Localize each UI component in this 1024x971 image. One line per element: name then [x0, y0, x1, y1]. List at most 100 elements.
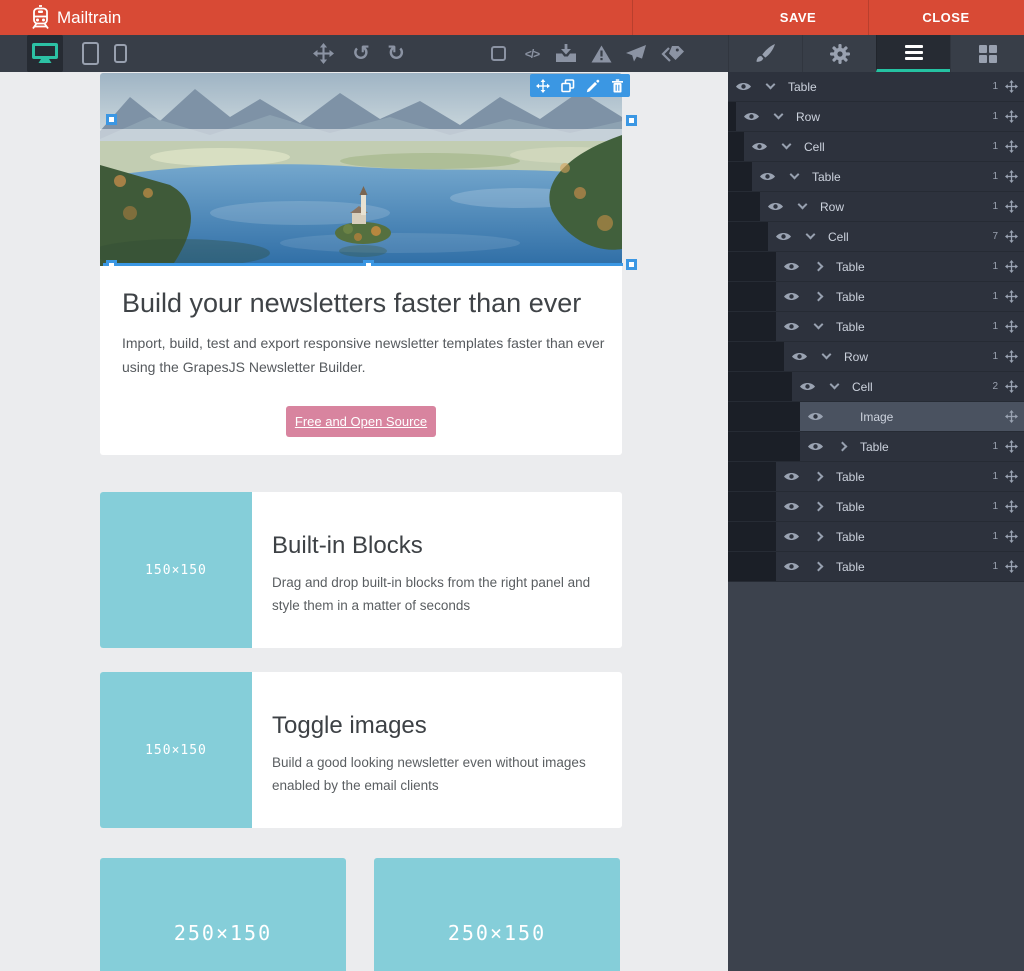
chevron-right-icon[interactable] — [806, 503, 830, 510]
layer-move-handle[interactable] — [998, 170, 1024, 183]
view-code-button[interactable]: </> — [519, 35, 545, 72]
layer-row-row-4[interactable]: Row1 — [728, 192, 1024, 222]
save-button[interactable]: SAVE — [728, 0, 868, 35]
layer-row-cell-10[interactable]: Cell2 — [728, 372, 1024, 402]
device-tablet-button[interactable] — [72, 35, 108, 72]
layer-visibility-toggle[interactable] — [736, 111, 766, 122]
layer-visibility-toggle[interactable] — [776, 261, 806, 272]
layer-row-table-14[interactable]: Table1 — [728, 492, 1024, 522]
edit-component-button[interactable] — [586, 79, 600, 93]
layer-row-table-15[interactable]: Table1 — [728, 522, 1024, 552]
layer-row-table-0[interactable]: Table1 — [728, 72, 1024, 102]
chevron-down-icon[interactable] — [758, 85, 782, 88]
feature-title[interactable]: Built-in Blocks — [272, 532, 610, 560]
drag-component-button[interactable] — [536, 79, 550, 93]
layer-move-handle[interactable] — [998, 560, 1024, 573]
layer-visibility-toggle[interactable] — [744, 141, 774, 152]
chevron-right-icon[interactable] — [806, 263, 830, 270]
free-open-source-button[interactable]: Free and Open Source — [286, 406, 436, 437]
hero-image[interactable] — [100, 73, 622, 266]
chevron-right-icon[interactable] — [806, 473, 830, 480]
layer-move-handle[interactable] — [998, 290, 1024, 303]
layer-move-handle[interactable] — [998, 230, 1024, 243]
close-button[interactable]: CLOSE — [868, 0, 1024, 35]
hero-card[interactable]: Build your newsletters faster than ever … — [100, 266, 622, 455]
layer-visibility-toggle[interactable] — [776, 291, 806, 302]
layer-move-handle[interactable] — [998, 530, 1024, 543]
import-template-button[interactable] — [554, 35, 578, 72]
layer-visibility-toggle[interactable] — [792, 381, 822, 392]
layer-move-handle[interactable] — [998, 320, 1024, 333]
toggle-borders-button[interactable] — [486, 35, 510, 72]
image-placeholder-150[interactable]: 150×150 — [100, 492, 252, 648]
layer-move-handle[interactable] — [998, 380, 1024, 393]
feature-text[interactable]: Build a good looking newsletter even wit… — [272, 752, 610, 798]
chevron-down-icon[interactable] — [822, 385, 846, 388]
layer-move-handle[interactable] — [998, 470, 1024, 483]
image-placeholder-250-right[interactable]: 250×150 — [374, 858, 620, 971]
hero-paragraph[interactable]: Import, build, test and export responsiv… — [122, 332, 608, 380]
layer-row-table-16[interactable]: Table1 — [728, 552, 1024, 582]
feature-card-toggle-images[interactable]: 150×150 Toggle images Build a good looki… — [100, 672, 622, 828]
feature-card-built-in-blocks[interactable]: 150×150 Built-in Blocks Drag and drop bu… — [100, 492, 622, 648]
layer-move-handle[interactable] — [998, 350, 1024, 363]
chevron-right-icon[interactable] — [830, 443, 854, 450]
chevron-down-icon[interactable] — [766, 115, 790, 118]
open-layer-manager-button[interactable] — [876, 35, 950, 72]
layer-move-handle[interactable] — [998, 500, 1024, 513]
feature-title[interactable]: Toggle images — [272, 712, 610, 740]
hero-heading[interactable]: Build your newsletters faster than ever — [122, 288, 600, 319]
move-component-button[interactable] — [310, 35, 336, 72]
layer-visibility-toggle[interactable] — [776, 321, 806, 332]
layer-row-table-13[interactable]: Table1 — [728, 462, 1024, 492]
layer-visibility-toggle[interactable] — [800, 441, 830, 452]
redo-button[interactable]: ↻ — [383, 35, 409, 72]
device-mobile-button[interactable] — [105, 35, 135, 72]
layer-move-handle[interactable] — [998, 440, 1024, 453]
layer-row-table-7[interactable]: Table1 — [728, 282, 1024, 312]
image-placeholder-150[interactable]: 150×150 — [100, 672, 252, 828]
copy-component-button[interactable] — [561, 79, 575, 93]
layer-move-handle[interactable] — [998, 200, 1024, 213]
layer-row-row-9[interactable]: Row1 — [728, 342, 1024, 372]
layer-visibility-toggle[interactable] — [776, 561, 806, 572]
layer-row-table-3[interactable]: Table1 — [728, 162, 1024, 192]
chevron-right-icon[interactable] — [806, 563, 830, 570]
layer-row-table-8[interactable]: Table1 — [728, 312, 1024, 342]
layer-visibility-toggle[interactable] — [776, 471, 806, 482]
image-placeholder-250-left[interactable]: 250×150 — [100, 858, 346, 971]
layer-move-handle[interactable] — [998, 80, 1024, 93]
layer-row-cell-2[interactable]: Cell1 — [728, 132, 1024, 162]
chevron-down-icon[interactable] — [790, 205, 814, 208]
resize-handle-right[interactable] — [626, 115, 637, 126]
layer-visibility-toggle[interactable] — [776, 501, 806, 512]
open-blocks-button[interactable] — [950, 35, 1024, 72]
layer-move-handle[interactable] — [998, 410, 1024, 423]
layer-visibility-toggle[interactable] — [776, 531, 806, 542]
chevron-right-icon[interactable] — [806, 293, 830, 300]
manage-tags-button[interactable] — [658, 35, 686, 72]
resize-handle-left[interactable] — [106, 114, 117, 125]
feature-text[interactable]: Drag and drop built-in blocks from the r… — [272, 572, 610, 618]
layer-row-image-11[interactable]: Image — [728, 402, 1024, 432]
open-settings-button[interactable] — [802, 35, 876, 72]
editor-canvas[interactable]: Build your newsletters faster than ever … — [0, 72, 728, 971]
chevron-right-icon[interactable] — [806, 533, 830, 540]
layer-move-handle[interactable] — [998, 140, 1024, 153]
undo-button[interactable]: ↺ — [348, 35, 374, 72]
layer-row-row-1[interactable]: Row1 — [728, 102, 1024, 132]
layer-row-table-12[interactable]: Table1 — [728, 432, 1024, 462]
chevron-down-icon[interactable] — [806, 325, 830, 328]
layer-move-handle[interactable] — [998, 260, 1024, 273]
layer-visibility-toggle[interactable] — [728, 81, 758, 92]
chevron-down-icon[interactable] — [774, 145, 798, 148]
layer-row-table-6[interactable]: Table1 — [728, 252, 1024, 282]
chevron-down-icon[interactable] — [814, 355, 838, 358]
layer-move-handle[interactable] — [998, 110, 1024, 123]
layer-row-cell-5[interactable]: Cell7 — [728, 222, 1024, 252]
open-style-manager-button[interactable] — [728, 35, 802, 72]
layer-visibility-toggle[interactable] — [752, 171, 782, 182]
chevron-down-icon[interactable] — [782, 175, 806, 178]
send-test-button[interactable] — [623, 35, 649, 72]
resize-handle-bottom-right[interactable] — [626, 259, 637, 270]
